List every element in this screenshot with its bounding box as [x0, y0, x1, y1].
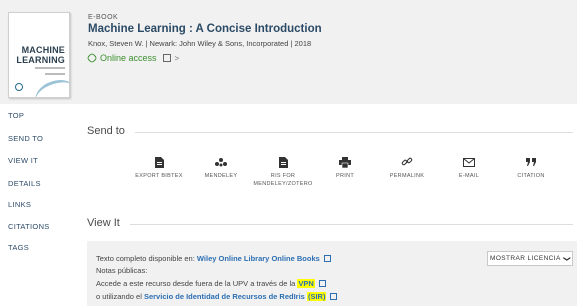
email-label: E-MAIL — [458, 173, 480, 179]
cover-subtitle-bar — [35, 67, 65, 69]
view-it-heading: View It — [87, 217, 120, 229]
nav-item-send-to[interactable]: SEND TO — [8, 134, 43, 143]
send-to-divider — [135, 132, 573, 133]
print-icon — [339, 156, 351, 168]
vpn-prefix: Accede a este recurso desde fuera de la … — [96, 279, 296, 288]
quote-icon — [525, 158, 536, 166]
chevron-down-icon: ❯ — [562, 255, 570, 262]
link-icon — [401, 157, 413, 166]
cover-author-bar — [45, 73, 65, 75]
export-bibtex-button[interactable]: EXPORT BIBTEX — [124, 156, 194, 180]
show-license-button[interactable]: MOSTRAR LICENCIA ❯ — [487, 251, 573, 266]
file-icon — [278, 156, 288, 168]
nav-item-details[interactable]: DETAILS — [8, 179, 41, 188]
record-header — [0, 0, 577, 104]
mendeley-button[interactable]: MENDELEY — [186, 156, 256, 180]
fulltext-line: Texto completo disponible en: Wiley Onli… — [96, 254, 331, 263]
mendeley-label: MENDELEY — [204, 173, 238, 179]
link-icon — [86, 52, 98, 64]
sir-prefix: o utilizando el — [96, 292, 142, 301]
nav-item-tags[interactable]: TAGS — [8, 243, 29, 252]
print-button[interactable]: PRINT — [310, 156, 380, 180]
mendeley-icon — [215, 158, 227, 167]
mail-icon — [463, 157, 475, 167]
sir-line: o utilizando el Servicio de Identidad de… — [96, 292, 338, 301]
vpn-link[interactable]: VPN — [297, 279, 315, 288]
cover-title-line1: MACHINE — [21, 45, 65, 55]
ris-button[interactable]: RIS FOR MENDELEY/ZOTERO — [248, 156, 318, 188]
record-title[interactable]: Machine Learning : A Concise Introductio… — [88, 23, 322, 35]
cover-top-strip — [9, 13, 69, 18]
public-notes-label: Notas públicas: — [96, 266, 148, 275]
citation-label: CITATION — [517, 173, 545, 179]
send-to-heading: Send to — [87, 125, 125, 137]
send-to-actions: EXPORT BIBTEX MENDELEY RIS FOR MENDELEY/… — [134, 156, 544, 196]
file-icon — [154, 156, 164, 168]
resource-type: E-BOOK — [88, 14, 119, 21]
sir-abbreviation[interactable]: (SIR) — [306, 292, 327, 301]
record-meta: Knox, Steven W. | Newark: John Wiley & S… — [88, 39, 312, 48]
permalink-button[interactable]: PERMALINK — [372, 156, 442, 180]
email-button[interactable]: E-MAIL — [434, 156, 504, 180]
nav-item-top[interactable]: TOP — [8, 111, 24, 120]
print-label: PRINT — [336, 173, 354, 179]
ris-label: RIS FOR MENDELEY/ZOTERO — [253, 173, 313, 187]
external-link-icon — [162, 54, 171, 62]
online-access-link[interactable]: Online access > — [86, 52, 180, 64]
fulltext-prefix: Texto completo disponible en: — [96, 254, 195, 263]
nav-item-view-it[interactable]: VIEW IT — [8, 156, 38, 165]
external-link-icon — [318, 280, 326, 287]
book-cover[interactable]: MACHINE LEARNING — [8, 12, 70, 98]
wiley-online-library-link[interactable]: Wiley Online Library Online Books — [197, 254, 320, 263]
external-link-icon — [323, 255, 331, 262]
cover-swoosh — [31, 74, 69, 97]
show-license-label: MOSTRAR LICENCIA — [490, 255, 561, 262]
online-access-label: Online access — [100, 53, 157, 63]
chevron-right-icon: > — [174, 53, 180, 63]
export-bibtex-label: EXPORT BIBTEX — [135, 173, 183, 179]
vpn-line: Accede a este recurso desde fuera de la … — [96, 279, 326, 288]
external-link-icon — [330, 293, 338, 300]
citation-button[interactable]: CITATION — [496, 156, 566, 180]
sir-link[interactable]: Servicio de Identidad de Recursos de Red… — [144, 292, 305, 301]
cover-title-line2: LEARNING — [16, 55, 65, 65]
view-it-divider — [130, 224, 573, 225]
permalink-label: PERMALINK — [389, 173, 425, 179]
nav-item-links[interactable]: LINKS — [8, 200, 31, 209]
publisher-logo-icon — [15, 83, 23, 91]
nav-item-citations[interactable]: CITATIONS — [8, 222, 50, 231]
